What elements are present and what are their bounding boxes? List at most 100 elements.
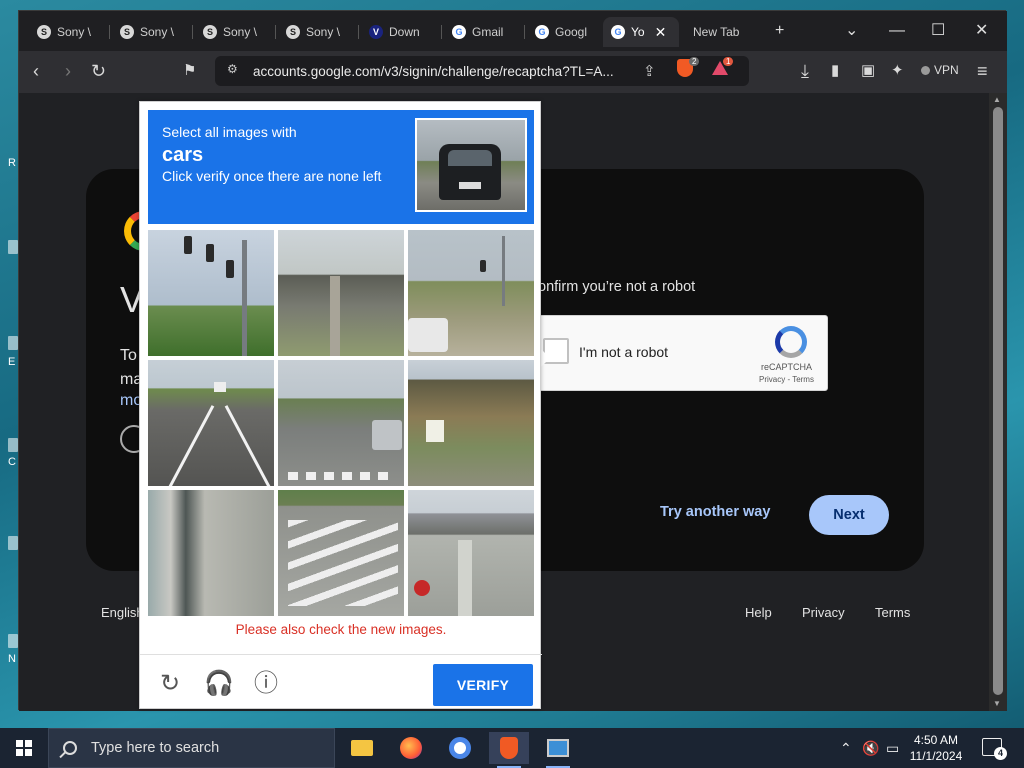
challenge-instruction: Select all images with — [162, 124, 297, 140]
tab-label: Googl — [555, 25, 588, 39]
desktop-icon-label: E — [8, 356, 16, 368]
help-link[interactable]: Help — [745, 605, 772, 620]
tab-search-chevron-icon[interactable]: ⌄ — [845, 23, 858, 39]
grid-tile-4[interactable] — [148, 360, 274, 486]
share-icon[interactable]: ⇪ — [643, 62, 656, 80]
tab-label: Gmail — [472, 25, 504, 39]
start-button[interactable] — [0, 728, 48, 768]
privacy-link[interactable]: Privacy — [802, 605, 845, 620]
clock-time: 4:50 AM — [913, 733, 959, 747]
volume-muted-icon[interactable]: 🔇 — [862, 740, 879, 757]
network-icon[interactable]: ▭ — [886, 740, 899, 757]
reload-icon[interactable]: ↻ — [91, 61, 106, 81]
desktop-icon[interactable] — [8, 240, 18, 254]
tab-sony-1[interactable]: S Sony \ — [29, 17, 110, 47]
tab-label: Sony \ — [57, 25, 92, 39]
tab-close-icon[interactable]: ✕ — [655, 24, 667, 41]
verify-button[interactable]: VERIFY — [433, 664, 533, 706]
vpn-button[interactable]: VPN — [921, 63, 959, 77]
tab-strip: S Sony \ S Sony \ S Sony \ S Sony \ V Do… — [19, 11, 1007, 51]
desktop-icon-label: N — [8, 653, 16, 665]
sony-favicon-icon: S — [203, 25, 217, 39]
browser-toolbar: ‹ › ↻ ⚑ ⚙ accounts.google.com/v3/signin/… — [19, 51, 1007, 93]
bookmark-icon[interactable]: ⚑ — [183, 61, 196, 81]
tab-download[interactable]: V Down — [361, 17, 442, 47]
grid-tile-6[interactable] — [408, 360, 534, 486]
google-favicon-icon: G — [611, 25, 625, 39]
challenge-pointer — [540, 348, 550, 368]
grid-tile-1[interactable] — [148, 230, 274, 356]
minimize-icon[interactable]: — — [889, 23, 905, 39]
search-placeholder: Type here to search — [91, 740, 220, 756]
vpn-label: VPN — [934, 63, 959, 77]
grid-tile-2[interactable] — [278, 230, 404, 356]
tab-gmail[interactable]: G Gmail — [444, 17, 525, 47]
grid-tile-9[interactable] — [408, 490, 534, 616]
sample-car-image — [415, 118, 527, 212]
next-button[interactable]: Next — [809, 495, 889, 535]
forward-arrow-icon[interactable]: › — [65, 61, 71, 81]
grid-tile-3[interactable] — [408, 230, 534, 356]
windows-logo-icon — [16, 740, 32, 756]
desktop-icon-label: C — [8, 456, 16, 468]
download-icon[interactable]: ⤓ — [801, 61, 809, 81]
tab-sony-3[interactable]: S Sony \ — [195, 17, 276, 47]
menu-icon[interactable]: ≡ — [977, 61, 988, 81]
desktop-icon[interactable] — [8, 536, 18, 550]
grid-tile-5[interactable] — [278, 360, 404, 486]
brave-app[interactable] — [489, 732, 529, 768]
back-arrow-icon[interactable]: ‹ — [33, 61, 39, 81]
reload-challenge-icon[interactable]: ↻ — [156, 670, 184, 698]
close-window-icon[interactable]: ✕ — [975, 23, 988, 39]
url-text[interactable]: accounts.google.com/v3/signin/challenge/… — [253, 64, 638, 79]
tab-google[interactable]: G Googl — [527, 17, 605, 47]
tab-active-google[interactable]: G Yo ✕ — [603, 17, 679, 47]
taskbar-clock[interactable]: 4:50 AM 11/1/2024 — [904, 732, 968, 764]
tab-sony-2[interactable]: S Sony \ — [112, 17, 193, 47]
scroll-down-arrow-icon[interactable]: ▼ — [993, 699, 1001, 708]
grid-tile-7[interactable] — [148, 490, 274, 616]
sidebar-icon[interactable]: ▮ — [831, 61, 839, 81]
info-icon[interactable]: ⓘ — [252, 670, 280, 698]
google-favicon-icon: G — [535, 25, 549, 39]
desktop-icon[interactable] — [8, 634, 18, 648]
chrome-app[interactable] — [440, 732, 480, 764]
desktop-icon[interactable] — [8, 336, 18, 350]
grid-tile-8[interactable] — [278, 490, 404, 616]
tab-sony-4[interactable]: S Sony \ — [278, 17, 359, 47]
recaptcha-label: I'm not a robot — [579, 344, 669, 360]
recaptcha-brand: reCAPTCHA — [761, 362, 813, 372]
desktop-icon[interactable] — [8, 438, 18, 452]
new-tab-plus-icon[interactable]: + — [775, 23, 784, 39]
tab-new-tab[interactable]: New Tab — [685, 17, 769, 47]
challenge-header: Select all images with cars Click verify… — [148, 110, 534, 224]
site-settings-icon[interactable]: ⚙ — [227, 62, 238, 76]
scroll-thumb[interactable] — [993, 107, 1003, 695]
leo-ai-icon[interactable]: ✦ — [891, 61, 904, 81]
show-hidden-icons-chevron-icon[interactable]: ⌃ — [840, 740, 852, 757]
clock-date: 11/1/2024 — [909, 749, 963, 763]
file-explorer-app[interactable] — [342, 732, 382, 764]
address-bar[interactable]: ⚙ accounts.google.com/v3/signin/challeng… — [215, 56, 749, 86]
recaptcha-challenge-popup: Select all images with cars Click verify… — [139, 101, 542, 709]
try-another-way-button[interactable]: Try another way — [660, 504, 770, 520]
scroll-up-arrow-icon[interactable]: ▲ — [993, 95, 1001, 104]
terms-link[interactable]: Terms — [875, 605, 910, 620]
recaptcha-privacy-terms[interactable]: Privacy - Terms — [759, 375, 814, 384]
language-selector[interactable]: English — [101, 605, 144, 620]
windows-taskbar: Type here to search ⌃ 🔇 ▭ 4:50 AM 11/1/2… — [0, 728, 1024, 768]
tab-label: Yo — [631, 25, 645, 39]
desktop-icon-label: R — [8, 157, 16, 169]
maximize-icon[interactable]: ☐ — [931, 23, 945, 39]
google-favicon-icon: G — [452, 25, 466, 39]
chrome-icon — [449, 737, 471, 759]
image-grid — [148, 230, 534, 616]
page-scrollbar[interactable]: ▲ ▼ — [989, 93, 1007, 711]
wallet-icon[interactable]: ▣ — [861, 61, 875, 81]
taskbar-search[interactable]: Type here to search — [48, 728, 335, 768]
firefox-icon — [400, 737, 422, 759]
firefox-app[interactable] — [391, 732, 431, 764]
audio-challenge-icon[interactable]: 🎧 — [204, 670, 234, 698]
tab-label: New Tab — [693, 25, 740, 39]
remote-desktop-app[interactable] — [538, 732, 578, 768]
